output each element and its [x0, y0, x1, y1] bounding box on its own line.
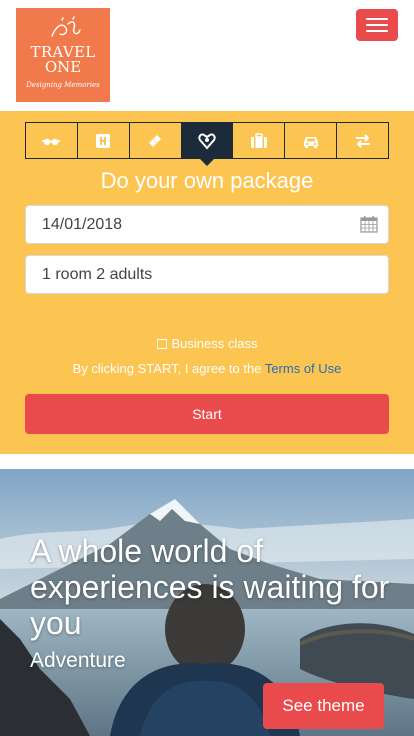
see-theme-button[interactable]: See theme [263, 683, 384, 729]
tab-packages[interactable] [181, 123, 234, 166]
car-icon [303, 136, 318, 148]
hero-banner: A whole world of experiences is waiting … [0, 469, 414, 736]
start-button[interactable]: Start [25, 394, 389, 434]
tab-transfers[interactable] [337, 123, 388, 158]
terms-link[interactable]: Terms of Use [265, 361, 342, 376]
tab-luggage[interactable] [233, 123, 286, 158]
terms-text: By clicking START, I agree to the Terms … [0, 361, 414, 376]
ticket-icon [149, 134, 162, 147]
hotel-icon [96, 133, 111, 148]
tab-tickets[interactable] [130, 123, 182, 158]
business-class-label: Business class [171, 336, 258, 351]
hamburger-line [366, 24, 388, 26]
heart-pin-icon [198, 133, 216, 150]
search-panel: Do your own package 14/01/2018 1 room 2 … [0, 111, 414, 454]
transfer-icon [355, 133, 370, 148]
logo-mark-icon [51, 16, 81, 37]
suitcase-icon [250, 132, 267, 148]
hero-title: A whole world of experiences is waiting … [30, 533, 390, 641]
travel-one-logo[interactable]: TRAVEL ONE Designing Memories [16, 8, 110, 102]
panel-title: Do your own package [100, 168, 314, 193]
menu-button[interactable] [356, 9, 398, 41]
rooms-value: 1 room 2 adults [42, 265, 153, 283]
search-tabs [25, 122, 389, 166]
hero-subtitle: Adventure [30, 649, 126, 672]
business-class-option[interactable]: Business class [0, 336, 414, 351]
hamburger-line [366, 30, 388, 32]
tab-flights[interactable] [26, 123, 78, 158]
tab-cars[interactable] [285, 123, 338, 158]
date-value: 14/01/2018 [42, 215, 123, 233]
rooms-field[interactable]: 1 room 2 adults [25, 255, 389, 294]
logo-line2: ONE [44, 58, 82, 76]
date-field[interactable]: 14/01/2018 [25, 205, 389, 244]
terms-prefix: By clicking START, I agree to the [72, 361, 265, 376]
logo-tagline: Designing Memories [26, 81, 100, 89]
glasses-icon [42, 138, 61, 145]
header: TRAVEL ONE Designing Memories [0, 0, 414, 111]
tab-hotels[interactable] [78, 123, 130, 158]
hamburger-icon [366, 18, 388, 20]
business-class-checkbox[interactable] [156, 338, 167, 349]
calendar-icon[interactable] [360, 215, 378, 233]
